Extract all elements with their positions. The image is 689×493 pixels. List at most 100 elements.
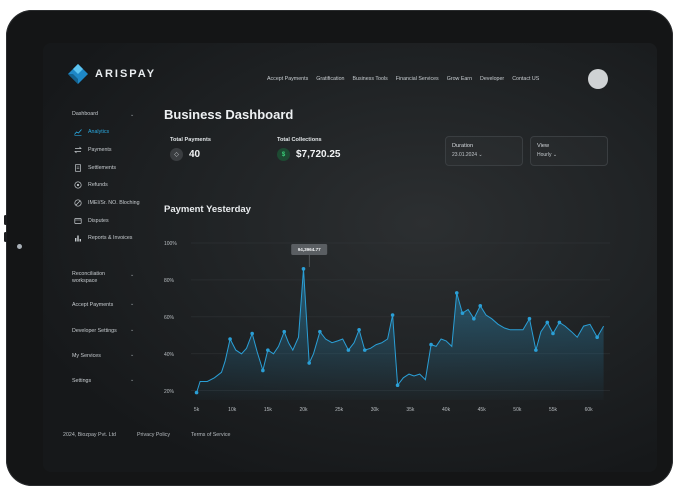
top-nav: Accept Payments Gratification Business T… [267, 76, 539, 82]
chevron-down-icon: ⌄ [478, 152, 483, 158]
payment-chart: 20% 40% 60% 80% 100% 5k 10k 15k 20k 25k 30k 35k 40k 4… [164, 241, 610, 413]
y-tick-label: 40% [164, 352, 175, 358]
chevron-down-icon: ⌄ [552, 152, 558, 158]
stat-value: 40 [189, 149, 201, 160]
y-tick-label: 60% [164, 315, 175, 321]
diamond-icon: ◇ [170, 148, 183, 161]
x-tick-label: 5k [194, 407, 200, 413]
power-button [4, 232, 7, 242]
chevron-down-icon: ⌄ [130, 301, 135, 307]
data-point [557, 320, 562, 325]
document-icon [75, 164, 81, 172]
stat-label: Total Collections [277, 137, 322, 143]
avatar[interactable] [588, 69, 608, 89]
chevron-down-icon: ⌄ [130, 327, 135, 333]
sidebar-section-reconciliation[interactable]: Reconciliation workspace [72, 271, 130, 285]
data-point [282, 329, 287, 334]
chart-title: Payment Yesterday [164, 204, 251, 215]
stat-label: Total Payments [170, 137, 211, 143]
x-tick-label: 50k [513, 407, 522, 413]
view-value: Hourly ⌄ [537, 152, 558, 158]
data-point [357, 328, 361, 332]
tooltip-value: 94,3964.77 [298, 247, 321, 252]
sidebar-item-label: IMEI/Sr. NO. Bloching [88, 200, 140, 206]
x-tick-label: 20k [299, 407, 308, 413]
x-tick-label: 45k [478, 407, 487, 413]
sidebar-dashboard[interactable]: Dashboard [72, 111, 98, 117]
nav-accept-payments[interactable]: Accept Payments [267, 76, 308, 82]
data-point [551, 331, 555, 336]
x-tick-label: 25k [335, 407, 344, 413]
dollar-icon: $ [277, 148, 290, 161]
sidebar-item-label: Refunds [88, 182, 108, 188]
footer-terms-link[interactable]: Terms of Service [191, 432, 230, 438]
view-label: View [537, 143, 550, 149]
data-point [429, 342, 433, 347]
nav-financial-services[interactable]: Financial Services [396, 76, 439, 82]
data-point [346, 348, 351, 352]
sidebar-section-accept-payments[interactable]: Accept Payments [72, 302, 113, 309]
logo-icon [68, 64, 88, 84]
brand-logo[interactable]: ARISPAY [67, 63, 156, 85]
x-tick-label: 35k [406, 407, 415, 413]
page-title: Business Dashboard [164, 107, 294, 122]
data-point [318, 329, 322, 334]
data-point [595, 335, 599, 340]
data-point [307, 361, 311, 365]
data-point [472, 316, 476, 321]
chevron-down-icon: ⌄ [130, 352, 135, 358]
nav-gratification[interactable]: Gratification [316, 76, 344, 82]
stat-total-payments: Total Payments ◇ 40 [170, 137, 211, 161]
sidebar-item-settlements[interactable]: Settlements [74, 164, 116, 172]
x-tick-label: 55k [549, 407, 558, 413]
view-select[interactable]: View Hourly ⌄ [530, 136, 608, 166]
data-point [266, 348, 270, 352]
y-tick-label: 20% [164, 389, 175, 395]
bar-chart-icon [75, 235, 81, 242]
volume-button [4, 215, 7, 225]
analytics-icon [74, 129, 82, 136]
data-point [194, 390, 199, 395]
stat-total-collections: Total Collections $ $7,720.25 [277, 137, 341, 161]
sidebar-section-my-services[interactable]: My Services [72, 353, 101, 360]
data-point [534, 348, 538, 352]
refund-icon [74, 181, 82, 189]
sidebar-item-label: Reports & Invoices [88, 235, 133, 241]
x-tick-label: 60k [585, 407, 594, 413]
sidebar-item-disputes[interactable]: Disputes [74, 217, 109, 225]
data-point [362, 348, 367, 352]
y-tick-label: 80% [164, 278, 175, 284]
footer-privacy-link[interactable]: Privacy Policy [137, 432, 170, 438]
data-point [390, 313, 395, 317]
nav-contact-us[interactable]: Contact US [512, 76, 539, 82]
footer-copyright: 2024, Biozpay Pvt. Ltd [63, 432, 117, 438]
front-camera [17, 244, 22, 249]
sidebar-item-analytics[interactable]: Analytics [74, 128, 109, 136]
sidebar-dashboard-label: Dashboard [72, 111, 98, 117]
data-point [261, 368, 265, 373]
sidebar-item-payments[interactable]: Payments [74, 146, 112, 154]
sidebar-item-reports[interactable]: Reports & Invoices [74, 234, 132, 242]
nav-developer[interactable]: Developer [480, 76, 504, 82]
y-tick-label: 100% [164, 241, 177, 247]
sidebar-item-label: Settlements [88, 165, 116, 171]
duration-label: Duration [452, 143, 474, 149]
nav-grow-earn[interactable]: Grow Earn [447, 76, 472, 82]
stat-value: $7,720.25 [296, 149, 341, 160]
sidebar-section-developer-settings[interactable]: Developer Settings [72, 328, 117, 335]
sidebar-section-settings[interactable]: Settings [72, 378, 91, 385]
duration-select[interactable]: Duration 23.01.2024 ⌄ [445, 136, 523, 166]
x-tick-label: 30k [371, 407, 380, 413]
data-point [527, 316, 532, 321]
nav-business-tools[interactable]: Business Tools [352, 76, 387, 82]
sidebar-item-imei-blocking[interactable]: IMEI/Sr. NO. Bloching [74, 199, 140, 207]
data-point [228, 337, 232, 341]
data-point [395, 383, 400, 388]
chevron-down-icon: ⌄ [130, 112, 135, 118]
series-line [196, 268, 605, 393]
duration-value: 23.01.2024 ⌄ [452, 152, 483, 158]
transfer-icon [74, 146, 82, 154]
sidebar-item-label: Analytics [88, 129, 110, 135]
chevron-down-icon: ⌄ [130, 377, 135, 383]
sidebar-item-refunds[interactable]: Refunds [74, 181, 108, 189]
